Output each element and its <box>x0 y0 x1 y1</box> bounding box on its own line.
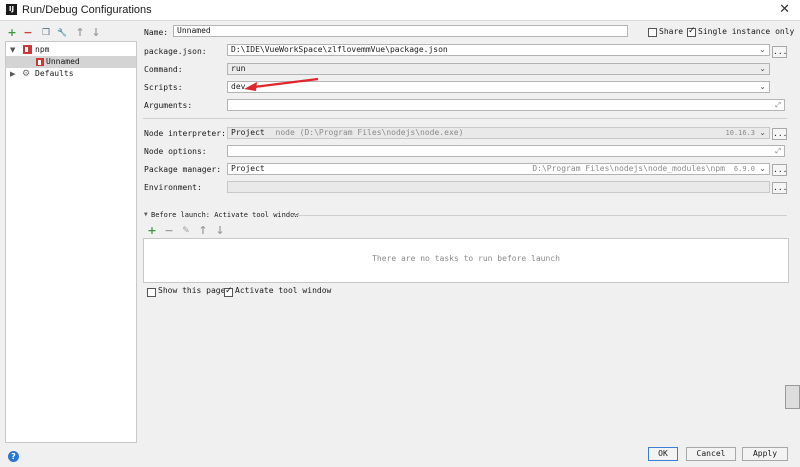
tree-item-unnamed[interactable]: Unnamed <box>6 56 136 68</box>
before-launch-task-list[interactable]: There are no tasks to run before launch <box>143 238 789 283</box>
copy-icon[interactable]: ❐ <box>40 27 52 39</box>
activate-tool-label: Activate tool window <box>235 286 332 295</box>
chevron-down-icon[interactable]: ⌄ <box>759 64 766 74</box>
tree-item-label: Defaults <box>35 69 74 78</box>
name-label: Name: <box>144 28 169 37</box>
config-tree[interactable]: ▼ npm Unnamed ▶ ⚙ Defaults <box>5 41 137 443</box>
share-label: Share <box>659 27 684 36</box>
browse-package-manager-button[interactable]: ... <box>772 164 787 176</box>
separator <box>143 118 787 119</box>
before-launch-header: Before launch: Activate tool window <box>151 211 299 219</box>
collapse-arrow-icon[interactable]: ▼ <box>144 211 148 218</box>
package-manager-combo[interactable]: Project D:\Program Files\nodejs\node_mod… <box>227 163 770 175</box>
close-icon[interactable]: ✕ <box>779 2 790 17</box>
name-input[interactable]: Unnamed <box>173 25 628 37</box>
npm-icon <box>36 58 44 66</box>
npm-version: 6.9.0 <box>733 165 755 173</box>
command-combo[interactable]: run ⌄ <box>227 63 770 75</box>
node-options-input[interactable]: ⤢ <box>227 145 785 157</box>
app-icon: IJ <box>6 4 17 15</box>
tree-item-defaults[interactable]: ▶ ⚙ Defaults <box>6 68 136 80</box>
package-json-value: D:\IDE\VueWorkSpace\zlflovemmVue\package… <box>231 45 448 54</box>
annotation-arrow-icon <box>244 77 319 91</box>
ok-button[interactable]: OK <box>648 447 678 461</box>
expand-arrow-icon[interactable]: ▼ <box>10 44 15 56</box>
wrench-icon: ⚙ <box>22 69 31 79</box>
browse-environment-button[interactable]: ... <box>772 182 787 194</box>
node-version: 10.16.3 <box>725 129 755 137</box>
title-bar: IJ Run/Debug Configurations ✕ <box>0 0 800 21</box>
single-instance-checkbox[interactable] <box>687 26 696 37</box>
window-title: Run/Debug Configurations <box>22 4 152 16</box>
activate-tool-checkbox[interactable] <box>224 286 233 297</box>
apply-button[interactable]: Apply <box>742 447 788 461</box>
remove-task-icon[interactable]: − <box>163 225 175 237</box>
scripts-label: Scripts: <box>144 83 183 92</box>
chevron-down-icon[interactable]: ⌄ <box>759 164 766 174</box>
command-value: run <box>231 64 246 73</box>
tree-item-label: npm <box>35 45 50 54</box>
task-down-icon[interactable]: ↓ <box>214 225 226 237</box>
browse-node-button[interactable]: ... <box>772 128 787 140</box>
single-instance-label: Single instance only <box>698 27 795 36</box>
config-toolbar: + − ❐ 🔧 ↑ ↓ <box>6 27 136 41</box>
tree-item-label: Unnamed <box>46 57 80 66</box>
package-json-label: package.json: <box>144 47 207 56</box>
remove-icon[interactable]: − <box>22 27 34 39</box>
arguments-input[interactable]: ⤢ <box>227 99 785 111</box>
move-up-icon[interactable]: ↑ <box>74 27 86 39</box>
node-interpreter-value: Project <box>231 128 265 137</box>
empty-tasks-text: There are no tasks to run before launch <box>372 254 560 263</box>
node-interpreter-path: node (D:\Program Files\nodejs\node.exe) <box>275 128 464 137</box>
chevron-down-icon[interactable]: ⌄ <box>759 128 766 138</box>
chevron-down-icon[interactable]: ⌄ <box>759 45 766 55</box>
command-label: Command: <box>144 65 183 74</box>
expand-icon[interactable]: ⤢ <box>775 100 781 110</box>
package-manager-path: D:\Program Files\nodejs\node_modules\npm <box>532 164 725 173</box>
node-options-label: Node options: <box>144 147 207 156</box>
show-page-checkbox[interactable] <box>147 288 156 297</box>
node-interpreter-combo[interactable]: Project node (D:\Program Files\nodejs\no… <box>227 127 770 139</box>
npm-icon <box>23 45 32 54</box>
environment-label: Environment: <box>144 183 202 192</box>
show-page-label: Show this page <box>158 286 226 295</box>
arguments-label: Arguments: <box>144 101 193 110</box>
help-icon[interactable]: ? <box>8 451 19 462</box>
add-icon[interactable]: + <box>6 27 18 39</box>
expand-icon[interactable]: ⤢ <box>775 146 781 156</box>
node-interpreter-label: Node interpreter: <box>144 129 226 138</box>
separator <box>292 215 787 216</box>
package-manager-value: Project <box>231 164 265 173</box>
side-handle[interactable] <box>785 385 800 409</box>
add-task-icon[interactable]: + <box>146 225 158 237</box>
package-manager-label: Package manager: <box>144 165 222 174</box>
browse-package-json-button[interactable]: ... <box>772 46 787 58</box>
wrench-icon[interactable]: 🔧 <box>56 27 68 39</box>
share-checkbox[interactable] <box>648 28 657 37</box>
package-json-combo[interactable]: D:\IDE\VueWorkSpace\zlflovemmVue\package… <box>227 44 770 56</box>
task-up-icon[interactable]: ↑ <box>197 225 209 237</box>
move-down-icon[interactable]: ↓ <box>90 27 102 39</box>
tree-item-npm[interactable]: ▼ npm <box>6 44 136 56</box>
chevron-down-icon[interactable]: ⌄ <box>759 82 766 92</box>
cancel-button[interactable]: Cancel <box>686 447 736 461</box>
edit-task-icon[interactable]: ✎ <box>180 225 192 237</box>
collapse-arrow-icon[interactable]: ▶ <box>10 68 15 80</box>
environment-input[interactable] <box>227 181 770 193</box>
